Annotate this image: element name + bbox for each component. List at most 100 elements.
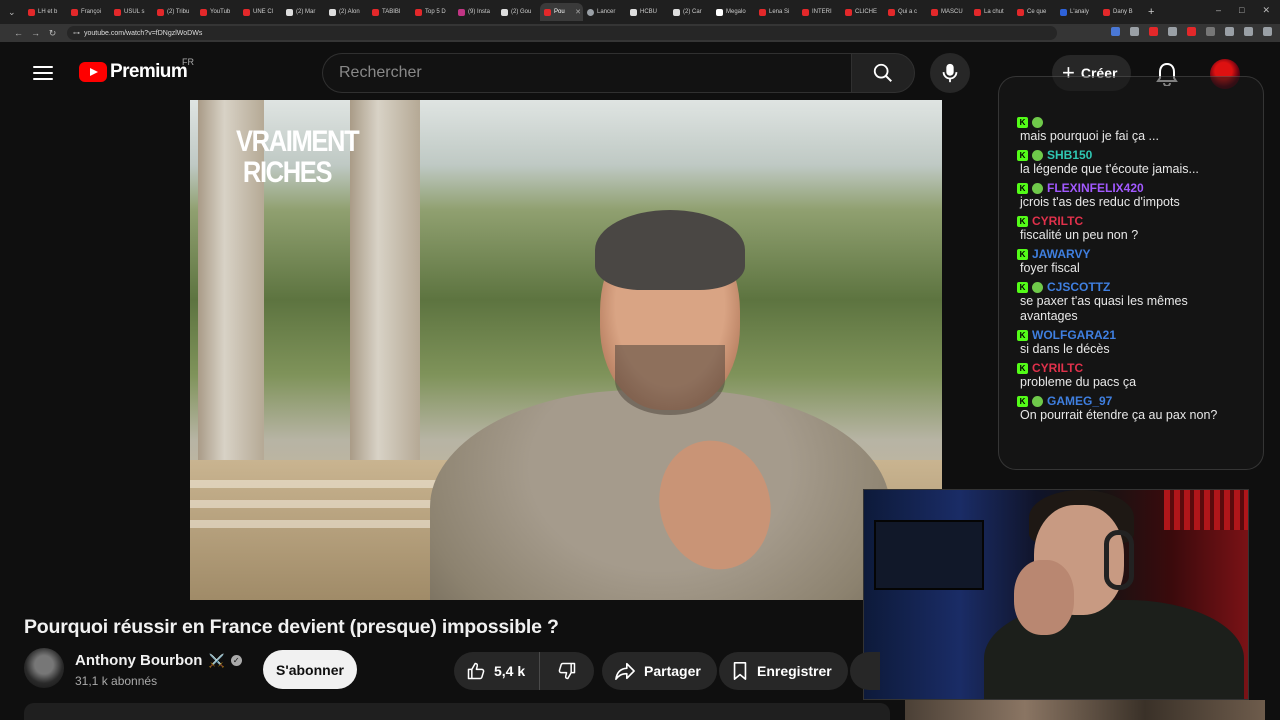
browser-tab[interactable]: LH et b [24,3,67,21]
subscriber-badge-icon [1032,182,1043,194]
browser-tab[interactable]: Megalo [712,3,755,21]
extension-icon[interactable] [1130,27,1139,36]
browser-tab[interactable]: Lancer [583,3,626,21]
search-button[interactable] [851,53,915,93]
channel-name-row[interactable]: Anthony Bourbon ⚔️ ✓ [75,652,242,669]
chat-message: K WOLFGARA21 si dans le décès [1017,328,1263,357]
share-button[interactable]: Partager [602,652,717,690]
browser-tab[interactable]: La chut [970,3,1013,21]
youtube-favicon-icon [415,8,422,16]
youtube-favicon-icon [802,8,809,16]
chat-username[interactable]: CJSCOTTZ [1047,280,1110,294]
extension-icon[interactable] [1244,27,1253,36]
voice-search-button[interactable] [930,53,970,93]
chat-message: K JAWARVY foyer fiscal [1017,247,1263,276]
tab-label: HCBU [640,9,658,15]
chat-text: mais pourquoi je fai ça ... [1020,129,1159,143]
chat-message: K CYRILTC probleme du pacs ça [1017,361,1263,390]
browser-tab[interactable]: USUL s [110,3,153,21]
reload-icon[interactable]: ↻ [44,28,61,39]
browser-tab[interactable]: Lena Si [755,3,798,21]
browser-tab[interactable]: HCBU [626,3,669,21]
description-box[interactable] [24,703,890,720]
chat-username[interactable]: CYRILTC [1032,214,1083,228]
extension-icon[interactable] [1149,27,1158,36]
dislike-button[interactable] [540,652,594,690]
close-tab-icon[interactable]: ✕ [575,8,583,16]
chat-username[interactable]: SHB150 [1047,148,1092,162]
tab-search-icon[interactable]: ⌄ [8,7,24,18]
kick-badge-icon: K [1017,248,1028,260]
more-actions-button[interactable] [850,652,880,690]
subscriber-badge-icon [1032,149,1043,161]
browser-tab[interactable]: Ce que [1013,3,1056,21]
extension-icon[interactable] [1206,27,1215,36]
browser-tab[interactable]: (2) Alon [325,3,368,21]
chat-username[interactable]: WOLFGARA21 [1032,328,1116,342]
extension-icon[interactable] [1111,27,1120,36]
close-window-icon[interactable]: ✕ [1262,5,1270,16]
instagram-favicon-icon [458,8,465,16]
channel-avatar[interactable] [24,648,64,688]
tab-label: LH et b [38,9,58,15]
browser-tab[interactable]: YouTub [196,3,239,21]
browser-tab[interactable]: TABIBI [368,3,411,21]
search-input[interactable]: Rechercher [322,53,852,93]
hamburger-menu-icon[interactable] [33,66,53,80]
chat-username[interactable]: JAWARVY [1032,247,1090,261]
back-icon[interactable]: ← [10,28,27,38]
video-player[interactable]: VRAIMENT RICHES [190,100,942,600]
forward-icon[interactable]: → [27,28,44,38]
chat-text: probleme du pacs ça [1020,375,1137,389]
like-button[interactable]: 5,4 k [454,652,540,690]
maximize-icon[interactable]: □ [1239,5,1244,16]
address-bar[interactable]: ⊶ youtube.com/watch?v=fDNgzlWoDWs [67,26,1057,40]
tab-label: Megalo [726,9,746,15]
tab-label: INTERI [812,9,832,15]
extension-icon[interactable] [1225,27,1234,36]
chat-user-row: K CJSCOTTZ [1017,280,1263,294]
kick-badge-icon: K [1017,149,1028,161]
extension-icons [1111,27,1272,36]
youtube-favicon-icon [759,8,766,16]
youtube-favicon-icon [888,8,895,16]
youtube-premium-logo[interactable]: Premium FR [79,57,194,83]
extension-icon[interactable] [1187,27,1196,36]
browser-tab[interactable]: CLICHE [841,3,884,21]
browser-tab[interactable]: (2) Mar [282,3,325,21]
browser-tab[interactable]: (2) Gou [497,3,540,21]
chat-text: foyer fiscal [1020,261,1080,275]
minimize-icon[interactable]: – [1216,5,1221,16]
tab-label: (9) Insta [468,9,491,15]
save-button[interactable]: Enregistrer [719,652,848,690]
browser-tab[interactable]: Top 5 D [411,3,454,21]
browser-tab[interactable]: Françoi [67,3,110,21]
bookmark-icon [733,662,747,680]
browser-tab[interactable]: INTERI [798,3,841,21]
browser-tab[interactable]: MASCU [927,3,970,21]
site-info-icon[interactable]: ⊶ [73,29,80,37]
chat-username[interactable]: CYRILTC [1032,361,1083,375]
browser-tab[interactable]: (9) Insta [454,3,497,21]
browser-tab[interactable]: (2) Tribu [153,3,196,21]
browser-tab[interactable]: Pou ✕ [540,3,583,21]
chat-user-row: K SHB150 [1017,148,1263,162]
tab-label: (2) Alon [339,9,360,15]
browser-tab[interactable]: (2) Car [669,3,712,21]
chat-username[interactable]: GAMEG_97 [1047,394,1112,408]
new-tab-icon[interactable]: + [1148,6,1154,18]
extension-icon[interactable] [1263,27,1272,36]
tab-label: Ce que [1027,9,1047,15]
tab-label: La chut [984,9,1004,15]
browser-tab[interactable]: UNE Cl [239,3,282,21]
url-text: youtube.com/watch?v=fDNgzlWoDWs [84,29,203,37]
tab-label: Top 5 D [425,9,446,15]
search-icon [873,63,892,82]
browser-tab[interactable]: Qui a c [884,3,927,21]
browser-tab[interactable]: Dany B [1099,3,1142,21]
browser-tab[interactable]: L'analy [1056,3,1099,21]
like-count: 5,4 k [494,663,526,679]
subscribe-button[interactable]: S'abonner [263,650,357,689]
chat-username[interactable]: FLEXINFELIX420 [1047,181,1144,195]
extension-icon[interactable] [1168,27,1177,36]
